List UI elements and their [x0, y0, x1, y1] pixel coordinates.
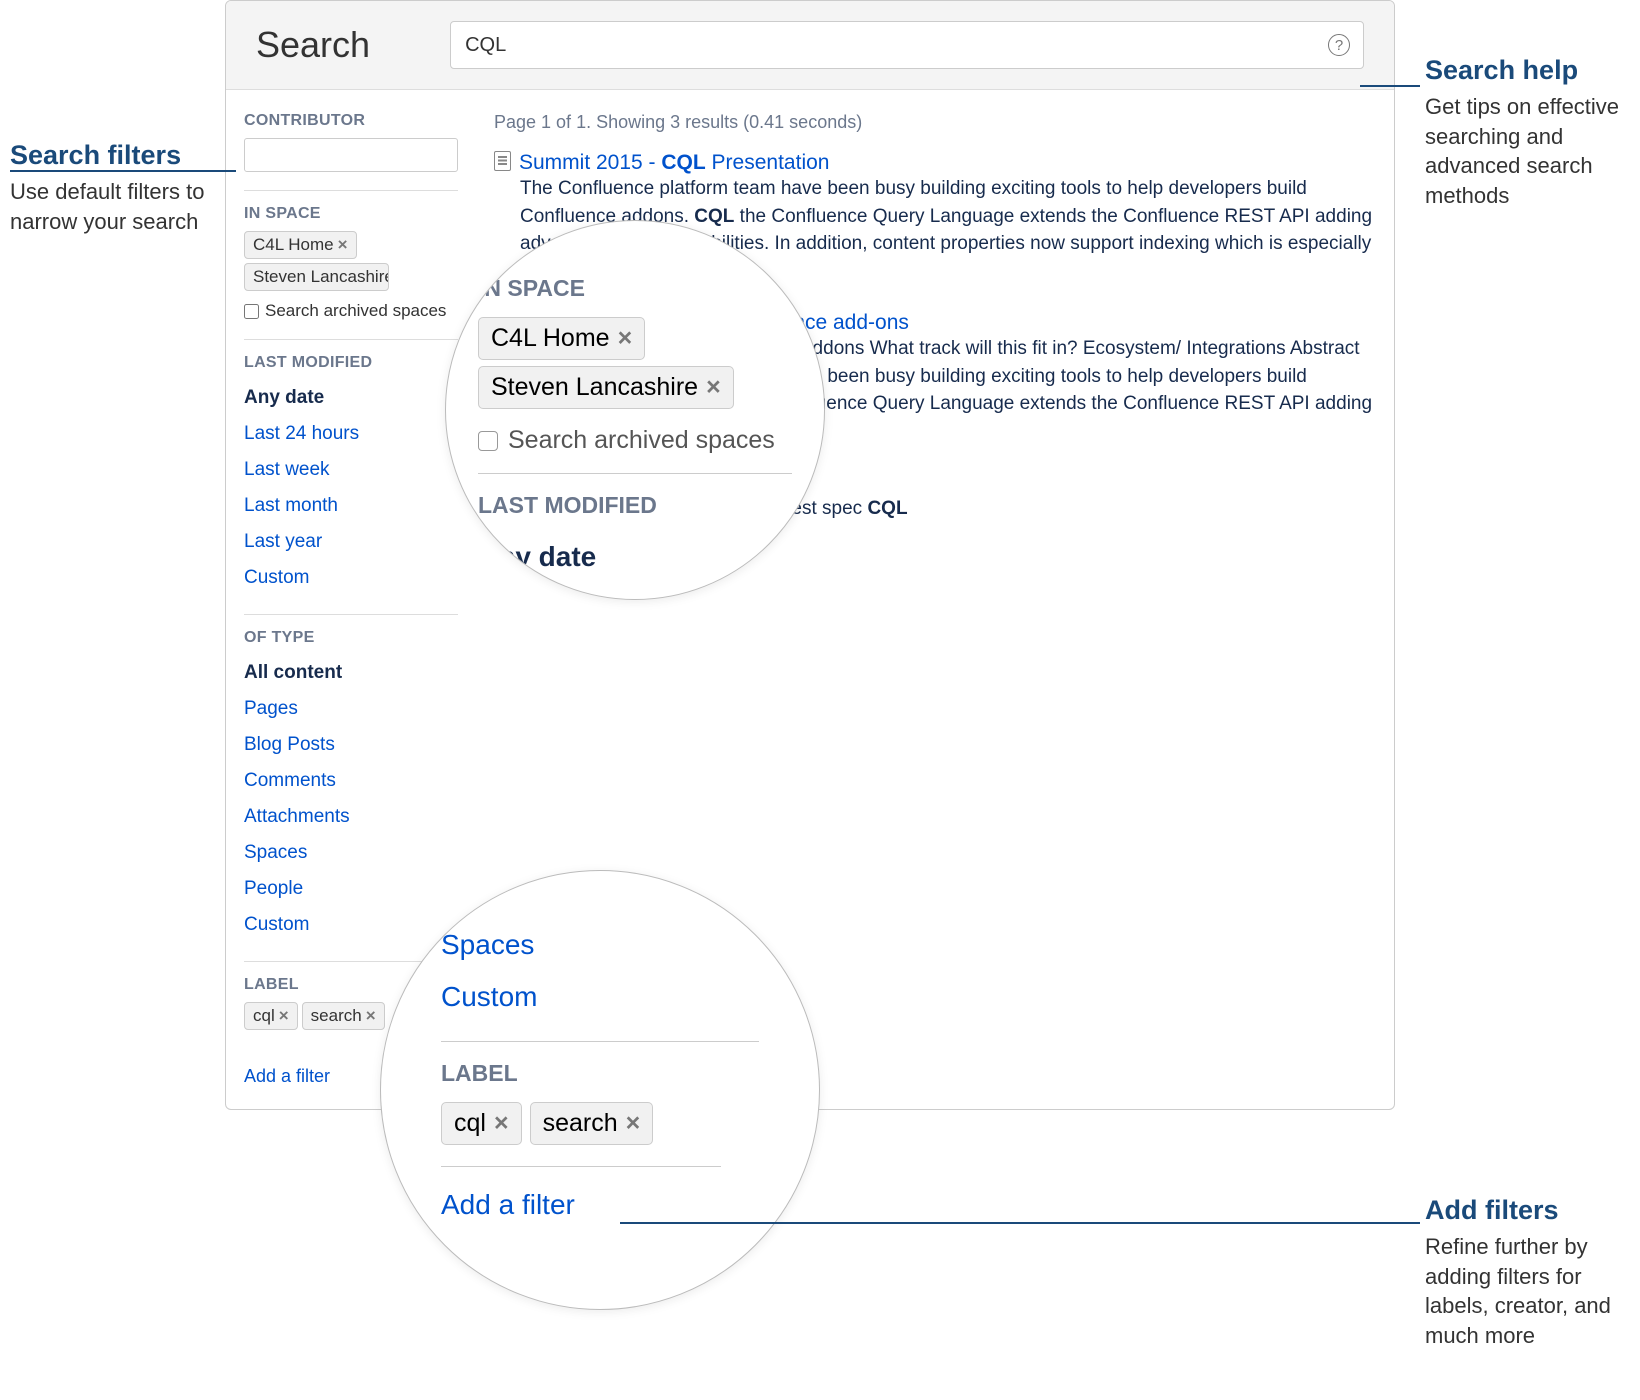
zoom-type-spaces[interactable]: Spaces [441, 919, 759, 971]
type-option[interactable]: Blog Posts [244, 727, 458, 763]
remove-chip-icon[interactable]: × [494, 1109, 509, 1138]
zoom-filters-callout: IN SPACE C4L Home× Steven Lancashire× Se… [445, 220, 825, 600]
lastmod-option[interactable]: Last 24 hours [244, 416, 458, 452]
remove-chip-icon[interactable]: × [366, 1006, 376, 1026]
annotation-body: Get tips on effective searching and adva… [1425, 92, 1640, 211]
annotation-title: Search filters [10, 140, 225, 171]
zoom-archived-row[interactable]: Search archived spaces [478, 426, 792, 455]
space-chip[interactable]: C4L Home× [244, 231, 357, 259]
remove-chip-icon[interactable]: × [279, 1006, 289, 1026]
search-field-wrap: ? [450, 21, 1364, 69]
lastmod-option[interactable]: Last year [244, 524, 458, 560]
annotation-body: Refine further by adding filters for lab… [1425, 1232, 1640, 1351]
remove-chip-icon[interactable]: × [618, 324, 633, 353]
zoom-inspace-heading: IN SPACE [478, 275, 792, 302]
checkbox-icon[interactable] [478, 431, 498, 451]
help-icon[interactable]: ? [1328, 34, 1350, 56]
type-option[interactable]: People [244, 871, 458, 907]
archived-checkbox[interactable] [244, 304, 259, 319]
search-panel: Search ? CONTRIBUTOR IN SPACE C4L Home× … [225, 0, 1395, 1110]
zoom-label-chip[interactable]: cql× [441, 1102, 522, 1145]
type-option[interactable]: Spaces [244, 835, 458, 871]
annotation-title: Add filters [1425, 1195, 1640, 1226]
space-chips: C4L Home× Steven Lancashire [244, 231, 458, 291]
label-chip[interactable]: cql× [244, 1002, 298, 1030]
zoom-chips: C4L Home× Steven Lancashire× [478, 314, 792, 412]
lastmod-section: LAST MODIFIED Any date Last 24 hours Las… [244, 339, 458, 596]
zoom-label-heading: LABEL [441, 1060, 759, 1087]
contributor-heading: CONTRIBUTOR [244, 112, 458, 130]
zoom-label-chips: cql× search× [441, 1099, 759, 1148]
annotation-line [620, 1222, 1420, 1224]
remove-chip-icon[interactable]: × [706, 373, 721, 402]
type-option[interactable]: Pages [244, 691, 458, 727]
zoom-chip[interactable]: Steven Lancashire× [478, 366, 734, 409]
lastmod-heading: LAST MODIFIED [244, 354, 458, 372]
lastmod-option[interactable]: Custom [244, 560, 458, 596]
space-chip[interactable]: Steven Lancashire [244, 263, 389, 291]
annotation-body: Use default filters to narrow your searc… [10, 177, 225, 236]
inspace-section: IN SPACE C4L Home× Steven Lancashire Sea… [244, 190, 458, 321]
page-icon [494, 151, 511, 171]
search-input[interactable] [450, 21, 1364, 69]
type-heading: OF TYPE [244, 629, 458, 647]
annotation-line [1360, 85, 1420, 87]
annotation-addfilters: Add filters Refine further by adding fil… [1425, 1195, 1640, 1351]
page-title: Search [256, 24, 370, 66]
result-title[interactable]: Summit 2015 - CQL Presentation [519, 151, 829, 174]
zoom-add-filter[interactable]: Add a filter [441, 1167, 759, 1221]
results-meta: Page 1 of 1. Showing 3 results (0.41 sec… [494, 112, 1376, 133]
panel-header: Search ? [226, 1, 1394, 90]
lastmod-option[interactable]: Last month [244, 488, 458, 524]
panel-body: CONTRIBUTOR IN SPACE C4L Home× Steven La… [226, 90, 1394, 1052]
annotation-title: Search help [1425, 55, 1640, 86]
inspace-heading: IN SPACE [244, 205, 458, 223]
type-option[interactable]: All content [244, 655, 458, 691]
type-section: OF TYPE All content Pages Blog Posts Com… [244, 614, 458, 943]
contributor-input[interactable] [244, 138, 458, 172]
annotation-line [10, 170, 236, 172]
contributor-section: CONTRIBUTOR [244, 112, 458, 172]
lastmod-option[interactable]: Last week [244, 452, 458, 488]
annotation-help: Search help Get tips on effective search… [1425, 55, 1640, 211]
lastmod-option[interactable]: Any date [244, 380, 458, 416]
type-option[interactable]: Custom [244, 907, 458, 943]
remove-chip-icon[interactable]: × [338, 235, 348, 255]
archived-checkbox-row[interactable]: Search archived spaces [244, 301, 458, 321]
annotation-filters: Search filters Use default filters to na… [10, 140, 225, 236]
type-option[interactable]: Attachments [244, 799, 458, 835]
zoom-label-chip[interactable]: search× [530, 1102, 654, 1145]
zoom-lastmod-heading: LAST MODIFIED [478, 492, 792, 519]
zoom-type-custom[interactable]: Custom [441, 971, 759, 1023]
zoom-addfilter-callout: Spaces Custom LABEL cql× search× Add a f… [380, 870, 820, 1310]
remove-chip-icon[interactable]: × [626, 1109, 641, 1138]
type-option[interactable]: Comments [244, 763, 458, 799]
label-chip[interactable]: search× [302, 1002, 385, 1030]
zoom-chip[interactable]: C4L Home× [478, 317, 645, 360]
filter-sidebar: CONTRIBUTOR IN SPACE C4L Home× Steven La… [226, 90, 476, 1052]
